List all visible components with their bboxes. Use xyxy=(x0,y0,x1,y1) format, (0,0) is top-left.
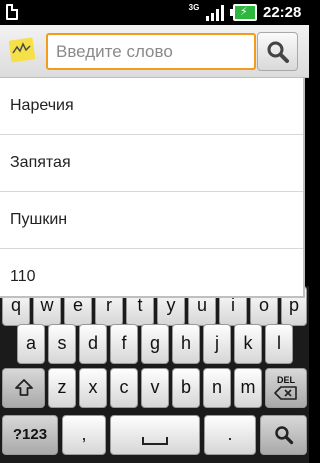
key-h[interactable]: h xyxy=(172,324,200,364)
app-logo-icon xyxy=(8,37,36,63)
suggestion-item[interactable]: Запятая xyxy=(0,135,303,192)
key-z[interactable]: z xyxy=(48,368,76,408)
search-icon xyxy=(274,426,293,445)
key-m[interactable]: m xyxy=(234,368,262,408)
key-period[interactable]: . xyxy=(204,415,256,455)
key-a[interactable]: a xyxy=(17,324,45,364)
key-k[interactable]: k xyxy=(234,324,262,364)
key-d[interactable]: d xyxy=(79,324,107,364)
key-j[interactable]: j xyxy=(203,324,231,364)
backspace-icon xyxy=(274,386,297,400)
delete-key-label: DEL xyxy=(277,375,295,385)
sim-card-icon xyxy=(6,4,18,20)
symbols-key[interactable]: ?123 xyxy=(2,415,58,455)
delete-key[interactable]: DEL xyxy=(265,368,307,408)
key-n[interactable]: n xyxy=(203,368,231,408)
network-type-badge: 3G xyxy=(188,3,200,12)
search-bar xyxy=(0,25,309,78)
space-icon xyxy=(142,437,168,445)
key-x[interactable]: x xyxy=(79,368,107,408)
search-input[interactable] xyxy=(46,33,256,70)
battery-charging-icon: ⚡ xyxy=(230,4,257,21)
key-s[interactable]: s xyxy=(48,324,76,364)
suggestion-item[interactable]: 110 xyxy=(0,249,303,306)
suggestion-item[interactable]: Наречия xyxy=(0,78,303,135)
key-comma[interactable]: , xyxy=(62,415,106,455)
status-bar: 3G ⚡ 22:28 xyxy=(0,0,309,25)
search-button[interactable] xyxy=(257,32,298,71)
suggestion-item[interactable]: Пушкин xyxy=(0,192,303,249)
search-key[interactable] xyxy=(260,415,307,455)
clock: 22:28 xyxy=(263,4,302,21)
soft-keyboard: q w e r t y u i o p a s d f g h j k l z … xyxy=(0,286,309,463)
shift-key[interactable] xyxy=(2,368,45,408)
key-f[interactable]: f xyxy=(110,324,138,364)
search-icon xyxy=(267,41,289,63)
space-key[interactable] xyxy=(110,415,200,455)
shift-icon xyxy=(14,379,33,396)
key-b[interactable]: b xyxy=(172,368,200,408)
key-l[interactable]: l xyxy=(265,324,293,364)
signal-strength-icon xyxy=(206,5,224,21)
key-v[interactable]: v xyxy=(141,368,169,408)
key-c[interactable]: c xyxy=(110,368,138,408)
key-g[interactable]: g xyxy=(141,324,169,364)
suggestion-list: Наречия Запятая Пушкин 110 xyxy=(0,78,305,298)
